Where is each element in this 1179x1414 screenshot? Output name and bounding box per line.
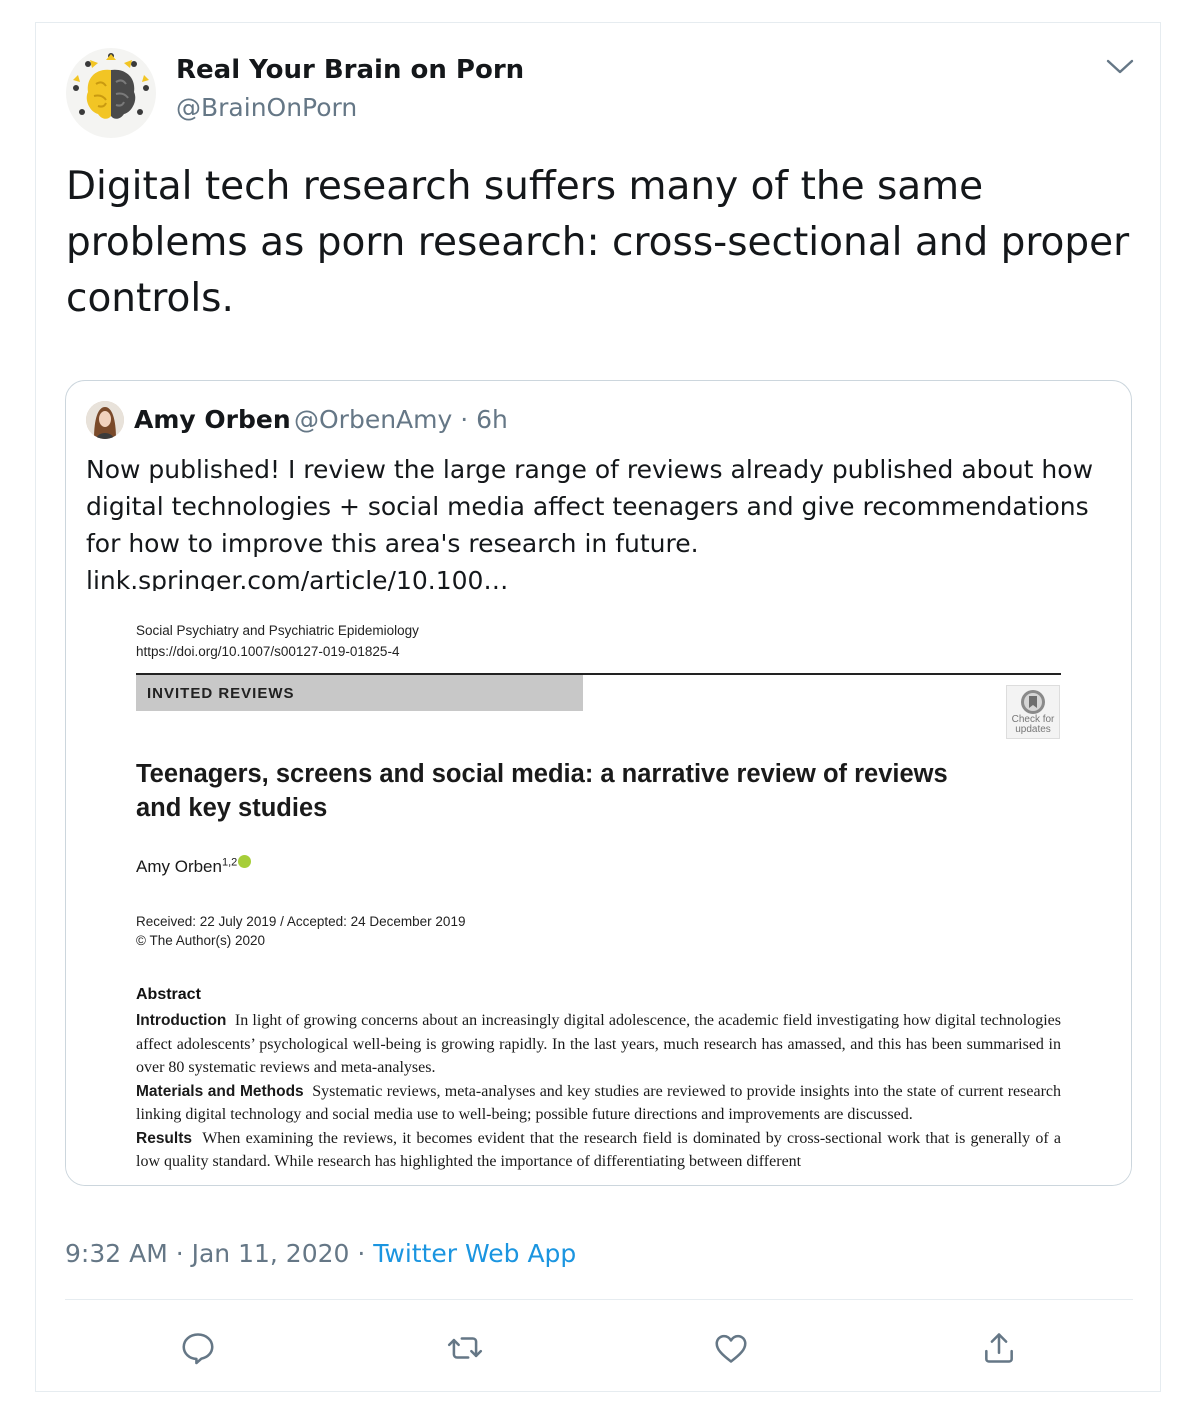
username-handle[interactable]: @BrainOnPorn: [176, 93, 357, 122]
check-text-2: updates: [1015, 724, 1051, 735]
section-bar: INVITED REVIEWS: [136, 675, 583, 711]
divider: [65, 1299, 1133, 1300]
action-bar: [36, 1323, 1162, 1373]
intro-text: In light of growing concerns about an in…: [136, 1012, 1061, 1076]
quoted-media-image[interactable]: Social Psychiatry and Psychiatric Epidem…: [66, 591, 1131, 1185]
paper-title: Teenagers, screens and social media: a n…: [136, 760, 948, 822]
journal-name: Social Psychiatry and Psychiatric Epidem…: [136, 623, 419, 638]
share-button[interactable]: [974, 1323, 1024, 1373]
display-name[interactable]: Real Your Brain on Porn: [176, 55, 524, 85]
quoted-handle-time[interactable]: @OrbenAmy · 6h: [294, 405, 508, 434]
tweet-timestamp: 9:32 AM · Jan 11, 2020 · Twitter Web App: [65, 1239, 576, 1268]
chevron-down-icon[interactable]: [1104, 55, 1136, 77]
author-affiliation: 1,2: [221, 856, 238, 869]
tweet-card: Real Your Brain on Porn @BrainOnPorn Dig…: [35, 22, 1161, 1392]
results-text: When examining the reviews, it becomes e…: [136, 1129, 1061, 1171]
paper-doi: https://doi.org/10.1007/s00127-019-01825…: [136, 644, 400, 659]
reply-button[interactable]: [173, 1323, 223, 1373]
retweet-button[interactable]: [440, 1323, 490, 1373]
profile-avatar[interactable]: [66, 48, 156, 138]
retweet-icon: [447, 1337, 483, 1359]
brain-logo-icon: [73, 53, 149, 119]
received-dates: Received: 22 July 2019 / Accepted: 24 De…: [136, 914, 466, 929]
heart-icon: [715, 1334, 747, 1363]
results-label: Results: [136, 1129, 192, 1147]
timestamp-text[interactable]: 9:32 AM · Jan 11, 2020 ·: [65, 1239, 373, 1268]
source-link[interactable]: Twitter Web App: [373, 1239, 576, 1268]
share-icon: [985, 1333, 1013, 1363]
quoted-display-name[interactable]: Amy Orben: [134, 405, 291, 434]
methods-label: Materials and Methods: [136, 1082, 304, 1100]
quoted-text: Now published! I review the large range …: [86, 455, 1094, 595]
like-button[interactable]: [706, 1323, 756, 1373]
author-name: Amy Orben: [136, 857, 222, 876]
intro-label: Introduction: [136, 1012, 227, 1029]
quoted-tweet[interactable]: Amy Orben @OrbenAmy · 6h Now published! …: [65, 380, 1132, 1186]
section-label: INVITED REVIEWS: [147, 685, 295, 702]
copyright: © The Author(s) 2020: [136, 933, 266, 948]
abstract-body: Introduction In light of growing concern…: [136, 1009, 1061, 1174]
paper-author: Amy Orben1,2: [136, 855, 252, 877]
reply-icon: [182, 1333, 214, 1365]
check-for-updates-badge: Check for updates: [1006, 685, 1060, 739]
bookmark-icon: [1021, 690, 1045, 714]
abstract-heading: Abstract: [136, 986, 201, 1003]
tweet-text: Digital tech research suffers many of th…: [66, 164, 1130, 321]
quoted-avatar[interactable]: [86, 401, 124, 439]
orcid-icon: [238, 855, 252, 868]
